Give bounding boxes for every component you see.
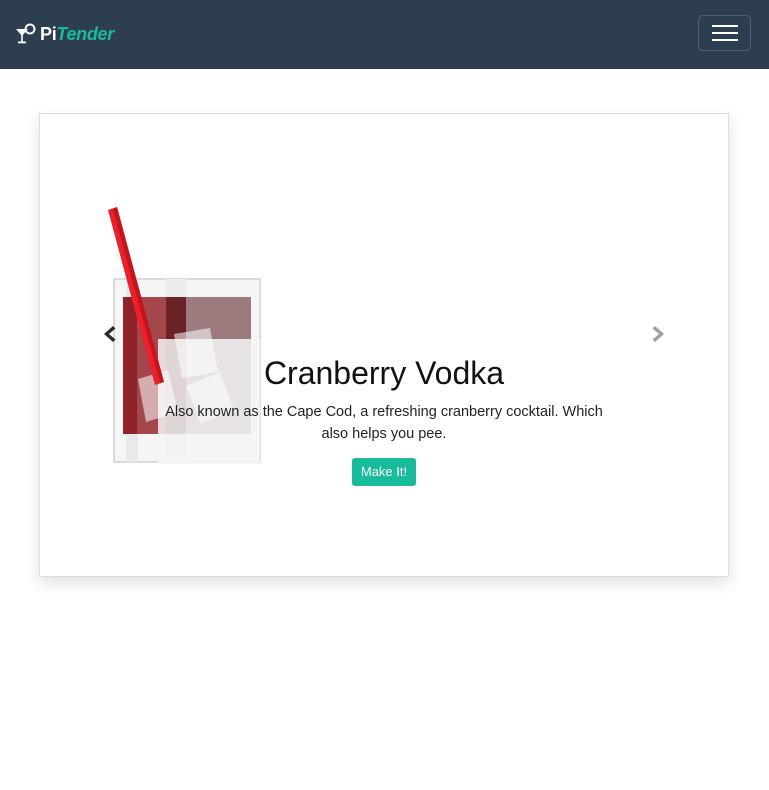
drink-description: Also known as the Cape Cod, a refreshing… [165, 404, 603, 443]
navbar-toggle-button[interactable] [698, 15, 751, 51]
hamburger-menu-icon [711, 25, 738, 41]
brand-name-prefix: Pi [40, 23, 57, 44]
navbar: Pi Tender [0, 0, 769, 69]
make-it-button[interactable]: Make It! [351, 458, 417, 487]
chevron-right-icon [652, 326, 664, 342]
carousel-next-button[interactable] [649, 322, 669, 346]
brand-logo[interactable]: Pi Tender [14, 21, 114, 47]
drink-carousel-card: Cranberry Vodka Also known as the Cape C… [39, 113, 729, 577]
drink-title: Cranberry Vodka [263, 355, 505, 391]
carousel-prev-button[interactable] [99, 322, 119, 346]
chevron-left-icon [104, 326, 116, 342]
brand-name-suffix: Tender [56, 23, 114, 44]
cocktail-glass-icon [14, 22, 38, 46]
slide-caption: Cranberry Vodka Also known as the Cape C… [150, 354, 618, 487]
